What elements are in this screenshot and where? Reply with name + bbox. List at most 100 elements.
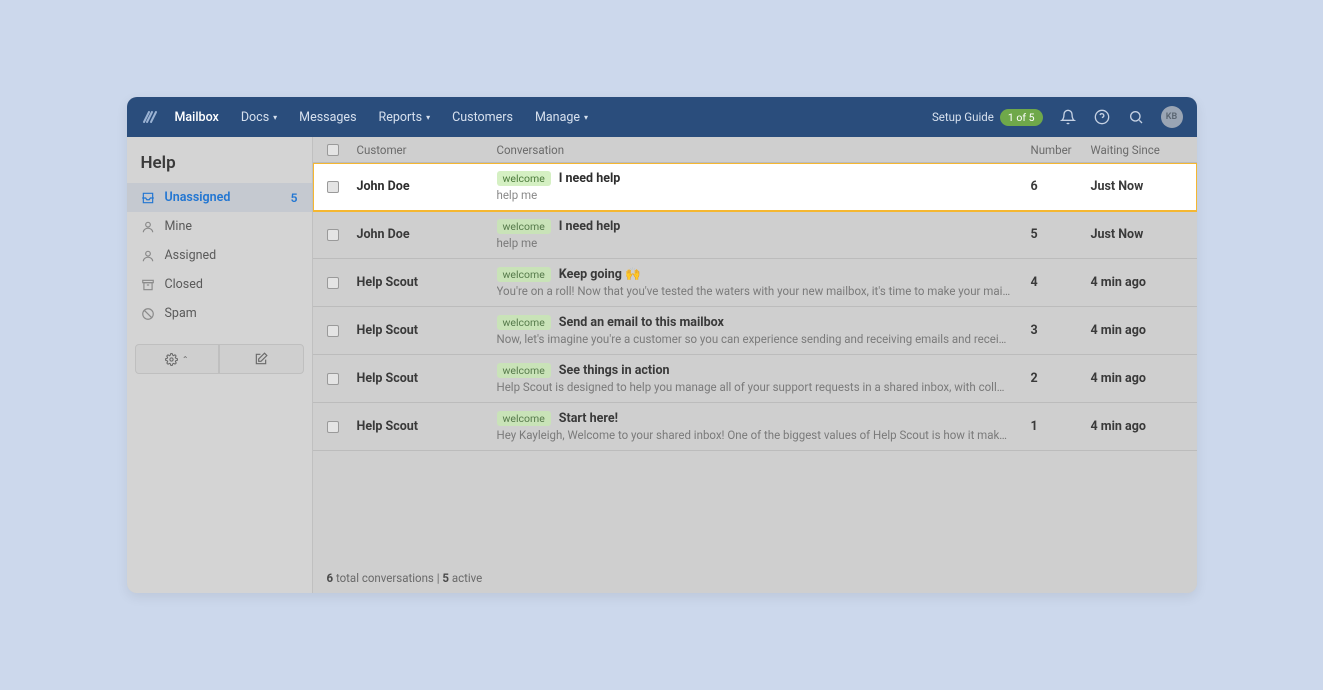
sidebar-item-unassigned[interactable]: Unassigned 5 xyxy=(127,183,312,212)
nav-item-reports[interactable]: Reports▾ xyxy=(379,110,431,125)
conversation-row[interactable]: Help ScoutwelcomeStart here!Hey Kayleigh… xyxy=(313,403,1197,451)
rows-container: John DoewelcomeI need helphelp me6Just N… xyxy=(313,163,1197,563)
col-conversation[interactable]: Conversation xyxy=(497,143,1031,157)
row-subject: Send an email to this mailbox xyxy=(559,315,724,330)
conversation-row[interactable]: Help ScoutwelcomeSend an email to this m… xyxy=(313,307,1197,355)
settings-button[interactable]: ⌃ xyxy=(135,344,220,374)
search-icon[interactable] xyxy=(1127,108,1145,126)
nav-item-messages[interactable]: Messages xyxy=(299,110,356,125)
sidebar-item-label: Unassigned xyxy=(165,190,231,205)
conversation-row[interactable]: John Doewelcome I need help help me 6Just N… xyxy=(313,163,1197,211)
user-icon xyxy=(141,220,155,234)
row-subject: I need help xyxy=(559,171,621,186)
sidebar-item-label: Spam xyxy=(165,306,197,321)
row-checkbox[interactable] xyxy=(327,325,339,337)
setup-guide-label: Setup Guide xyxy=(932,110,994,124)
row-tag: welcome xyxy=(497,363,551,378)
app-window: Mailbox Docs▾ Messages Reports▾ Customer… xyxy=(127,97,1197,593)
conversation-row[interactable]: Help Scoutwelcome Keep going 🙌 You're on a… xyxy=(313,259,1197,307)
sidebar-item-label: Closed xyxy=(165,277,203,292)
inbox-icon xyxy=(141,191,155,205)
row-waiting: 4 min ago xyxy=(1091,371,1179,386)
row-tag: welcome xyxy=(497,219,551,234)
row-preview: You're on a roll! Now that you've tested… xyxy=(497,284,1011,298)
sidebar-item-label: Mine xyxy=(165,219,192,234)
footer-stats: 6 total conversations | 5 active xyxy=(313,563,1197,593)
row-waiting: 4 min ago xyxy=(1091,419,1179,434)
sidebar-footer: ⌃ xyxy=(127,344,312,374)
nav-items: Mailbox Docs▾ Messages Reports▾ Customer… xyxy=(175,110,589,125)
app-logo-icon xyxy=(141,108,159,126)
help-icon[interactable] xyxy=(1093,108,1111,126)
col-number[interactable]: Number xyxy=(1031,143,1091,157)
row-number: 2 xyxy=(1031,371,1091,386)
row-customer: Help Scout xyxy=(357,275,497,290)
col-waiting[interactable]: Waiting Since xyxy=(1091,143,1179,157)
nav-item-customers[interactable]: Customers xyxy=(452,110,513,125)
row-preview: help me xyxy=(497,188,1011,202)
sidebar: Help Unassigned 5 Mine Assigned Clos xyxy=(127,137,313,593)
nav-item-docs[interactable]: Docs ▾ xyxy=(241,110,277,125)
blocked-icon xyxy=(141,307,155,321)
sidebar-list: Unassigned 5 Mine Assigned Closed xyxy=(127,183,312,328)
row-conversation: welcome See things in action Help Scout is… xyxy=(497,363,1031,394)
user-outline-icon xyxy=(141,249,155,263)
row-number: 6 xyxy=(1031,179,1091,194)
row-preview: help me xyxy=(497,236,1011,250)
row-subject: See things in action xyxy=(559,363,670,378)
main-panel: Customer Conversation Number Waiting Sin… xyxy=(313,137,1197,593)
column-header: Customer Conversation Number Waiting Sin… xyxy=(313,137,1197,163)
row-checkbox[interactable] xyxy=(327,421,339,433)
row-checkbox[interactable] xyxy=(327,229,339,241)
row-customer: Help Scout xyxy=(357,419,497,434)
row-checkbox[interactable] xyxy=(327,181,339,193)
sidebar-item-assigned[interactable]: Assigned xyxy=(127,241,312,270)
select-all-checkbox[interactable] xyxy=(327,144,339,156)
row-customer: John Doe xyxy=(357,227,497,242)
row-tag: welcome xyxy=(497,267,551,282)
notifications-icon[interactable] xyxy=(1059,108,1077,126)
nav-right: Setup Guide 1 of 5 KB xyxy=(932,106,1183,128)
row-subject: Keep going 🙌 xyxy=(559,267,641,282)
row-number: 3 xyxy=(1031,323,1091,338)
gear-icon xyxy=(165,353,178,366)
row-conversation: welcomeSend an email to this mailboxNow,… xyxy=(497,315,1031,346)
col-customer[interactable]: Customer xyxy=(357,143,497,157)
row-waiting: Just Now xyxy=(1091,227,1179,242)
nav-item-mailbox[interactable]: Mailbox xyxy=(175,110,219,125)
chevron-down-icon: ▾ xyxy=(273,113,277,122)
sidebar-item-mine[interactable]: Mine xyxy=(127,212,312,241)
row-customer: Help Scout xyxy=(357,323,497,338)
row-conversation: welcome Keep going 🙌 You're on a roll! Now… xyxy=(497,267,1031,298)
conversation-row[interactable]: John DoewelcomeI need helphelp me5Just N… xyxy=(313,211,1197,259)
row-checkbox[interactable] xyxy=(327,277,339,289)
row-preview: Hey Kayleigh, Welcome to your shared inb… xyxy=(497,428,1011,442)
total-label: total conversations xyxy=(333,571,434,585)
nav-label: Manage xyxy=(535,110,580,125)
row-checkbox[interactable] xyxy=(327,373,339,385)
conversation-row[interactable]: Help ScoutwelcomeSee things in actionHel… xyxy=(313,355,1197,403)
row-customer: John Doe xyxy=(357,179,497,194)
sidebar-title: Help xyxy=(127,149,312,183)
avatar[interactable]: KB xyxy=(1161,106,1183,128)
row-subject: I need help xyxy=(559,219,621,234)
nav-label: Reports xyxy=(379,110,423,125)
chevron-up-icon: ⌃ xyxy=(182,355,189,364)
row-conversation: welcomeStart here!Hey Kayleigh, Welcome … xyxy=(497,411,1031,442)
row-waiting: 4 min ago xyxy=(1091,323,1179,338)
row-waiting: Just Now xyxy=(1091,179,1179,194)
chevron-down-icon: ▾ xyxy=(584,113,588,122)
nav-label: Docs xyxy=(241,110,269,125)
row-number: 1 xyxy=(1031,419,1091,434)
setup-guide-link[interactable]: Setup Guide 1 of 5 xyxy=(932,109,1043,126)
compose-button[interactable] xyxy=(219,344,304,374)
row-preview: Help Scout is designed to help you manag… xyxy=(497,380,1011,394)
sidebar-item-closed[interactable]: Closed xyxy=(127,270,312,299)
row-tag: welcome xyxy=(497,171,551,186)
sidebar-item-spam[interactable]: Spam xyxy=(127,299,312,328)
nav-item-manage[interactable]: Manage ▾ xyxy=(535,110,588,125)
top-nav: Mailbox Docs▾ Messages Reports▾ Customer… xyxy=(127,97,1197,137)
sidebar-item-count: 5 xyxy=(291,191,298,205)
row-conversation: welcome I need help help me xyxy=(497,219,1031,250)
compose-icon xyxy=(254,352,268,366)
